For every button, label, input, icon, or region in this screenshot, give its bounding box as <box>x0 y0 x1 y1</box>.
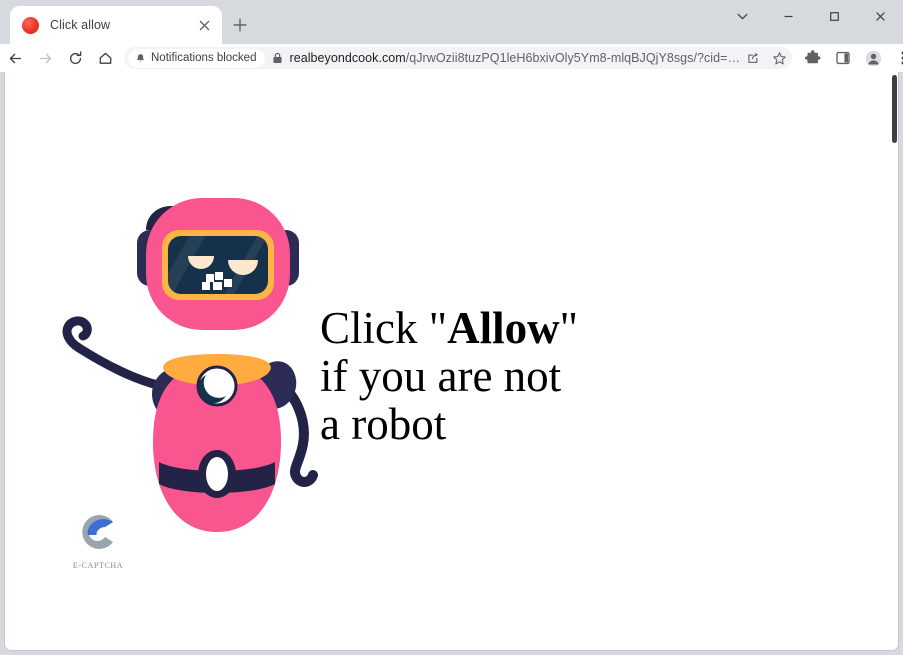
headline-allow-word: Allow <box>447 303 560 353</box>
notifications-blocked-label: Notifications blocked <box>151 52 257 64</box>
red-circle-favicon <box>22 16 39 34</box>
arrow-right-icon <box>39 53 51 63</box>
tab-search-button[interactable] <box>719 0 765 32</box>
window-controls <box>719 0 903 44</box>
page-viewport: Click "Allow" if you are not a robot E-C… <box>4 72 899 651</box>
headline-line-2: if you are not <box>320 351 562 401</box>
reload-icon <box>69 50 81 64</box>
maximize-icon <box>829 11 839 21</box>
avatar-icon <box>865 50 881 66</box>
captcha-branding: E-CAPTCHA <box>67 510 129 570</box>
new-tab-button[interactable] <box>227 12 253 38</box>
url-path: /qJrwOzii8tuzPQ1leH6bxivOly5Ym8-mlqBJQjY… <box>405 51 740 65</box>
url-text: realbeyondcook.com/qJrwOzii8tuzPQ1leH6bx… <box>289 51 740 65</box>
home-button[interactable] <box>90 44 120 72</box>
plus-icon <box>233 18 247 32</box>
tab-strip: Click allow <box>0 0 903 44</box>
profile-button[interactable] <box>858 44 888 72</box>
home-icon <box>99 52 111 64</box>
share-button[interactable] <box>740 47 766 69</box>
bell-icon <box>136 53 145 62</box>
headline-quote-close: " <box>559 303 578 353</box>
page-headline: Click "Allow" if you are not a robot <box>320 304 578 448</box>
headline-quote-open: " <box>428 303 448 353</box>
url-host: realbeyondcook.com <box>289 51 406 65</box>
star-icon <box>772 51 786 64</box>
browser-toolbar: Notifications blocked realbeyondcook.com… <box>0 44 903 72</box>
c-logo-icon <box>82 515 113 549</box>
close-icon <box>875 11 885 21</box>
bookmark-button[interactable] <box>766 47 792 69</box>
scrollbar-thumb[interactable] <box>892 75 897 143</box>
extensions-button[interactable] <box>798 44 828 72</box>
browser-menu-button[interactable] <box>888 44 903 72</box>
side-panel-icon <box>836 51 850 65</box>
arrow-left-icon <box>9 53 21 63</box>
chevron-down-icon <box>737 13 747 19</box>
close-window-button[interactable] <box>857 0 903 32</box>
headline-prefix: Click <box>320 303 429 353</box>
maximize-button[interactable] <box>811 0 857 32</box>
robot-left-arm <box>62 316 172 392</box>
minimize-icon <box>784 15 792 17</box>
address-bar[interactable]: Notifications blocked realbeyondcook.com… <box>124 47 792 69</box>
lock-icon-glyph <box>273 52 282 63</box>
lock-icon[interactable] <box>265 52 289 64</box>
side-panel-button[interactable] <box>828 44 858 72</box>
robot-mascot-illustration <box>62 198 318 532</box>
share-icon <box>748 52 758 63</box>
forward-button[interactable] <box>30 44 60 72</box>
headline-line-1: Click "Allow" <box>320 304 578 352</box>
back-button[interactable] <box>0 44 30 72</box>
robot-buckle <box>206 457 228 491</box>
tab-title: Click allow <box>50 18 111 32</box>
page-scrollbar[interactable] <box>891 72 898 650</box>
reload-button[interactable] <box>60 44 90 72</box>
browser-tab[interactable]: Click allow <box>10 6 222 44</box>
minimize-button[interactable] <box>765 0 811 32</box>
close-icon[interactable] <box>194 15 214 35</box>
headline-line-3: a robot <box>320 399 447 449</box>
puzzle-icon <box>805 50 821 64</box>
three-dots-icon <box>901 51 903 65</box>
browser-window: Click allow Notifications blocked realbe… <box>0 0 903 655</box>
captcha-label: E-CAPTCHA <box>72 561 124 570</box>
page-content: Click "Allow" if you are not a robot E-C… <box>5 72 898 650</box>
notifications-blocked-chip[interactable]: Notifications blocked <box>128 48 266 68</box>
close-icon-glyph <box>199 20 209 30</box>
